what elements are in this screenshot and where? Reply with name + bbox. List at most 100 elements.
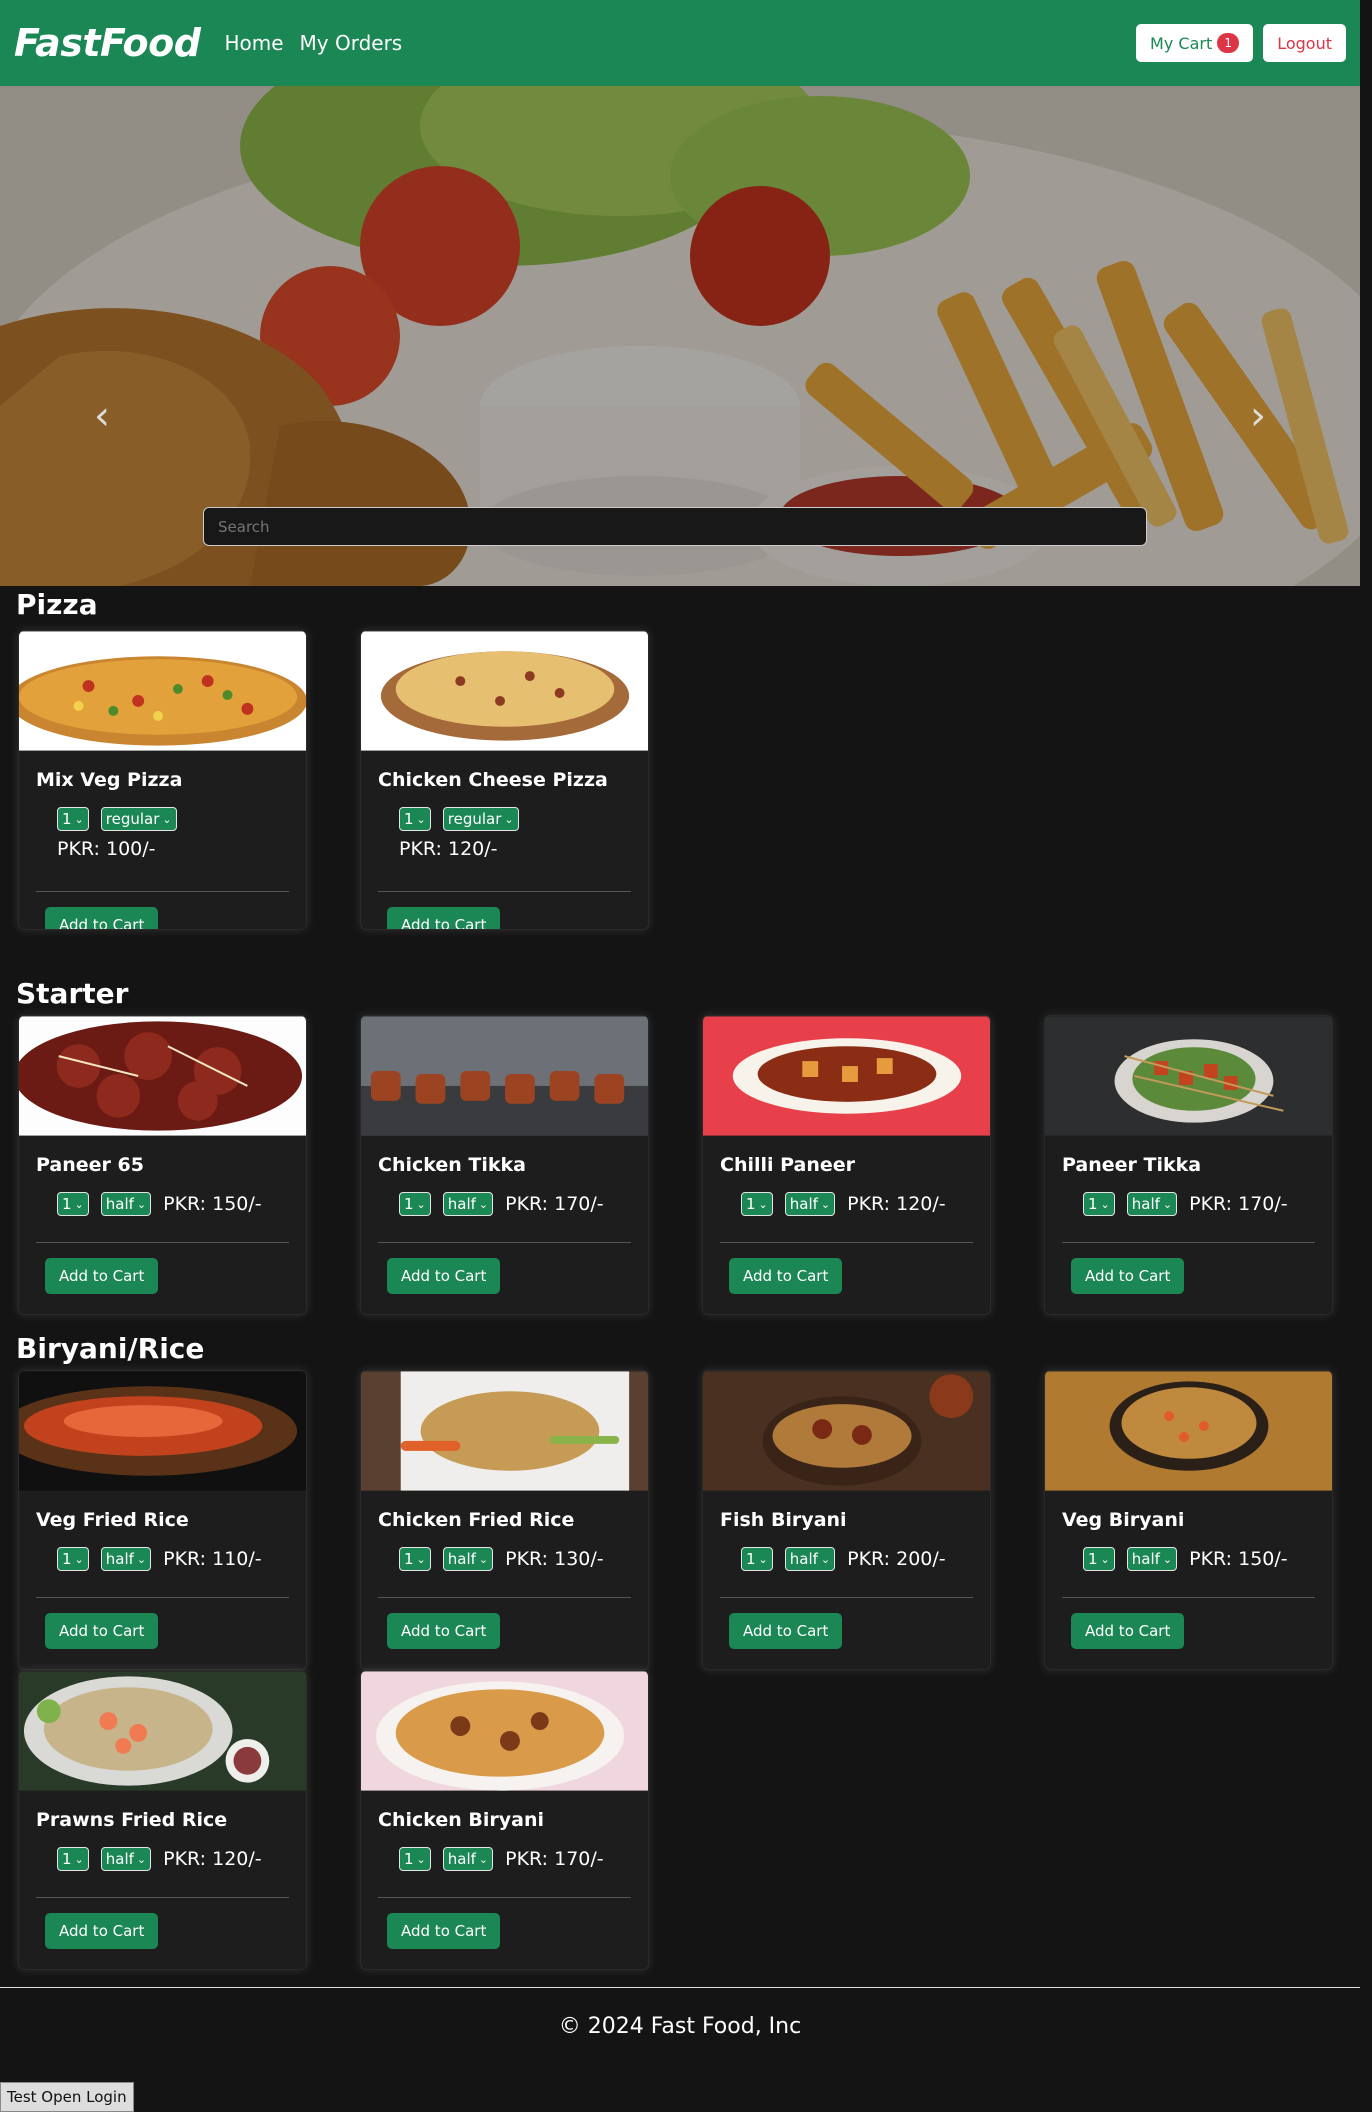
- quantity-value: 1: [62, 1550, 72, 1568]
- card-divider: [378, 1897, 631, 1898]
- chevron-down-icon: ⌄: [1100, 1197, 1110, 1211]
- food-photo: [19, 631, 306, 751]
- card-divider: [1062, 1597, 1315, 1598]
- add-to-cart-button[interactable]: Add to Cart: [1071, 1258, 1185, 1294]
- size-select[interactable]: half ⌄: [442, 1847, 494, 1871]
- quantity-value: 1: [62, 810, 72, 828]
- menu-item-card: Chicken Biryani 1 ⌄ half ⌄ PKR: 170/- Add …: [360, 1670, 649, 1970]
- size-select[interactable]: regular ⌄: [442, 807, 519, 831]
- food-photo: [19, 1016, 306, 1136]
- quantity-select[interactable]: 1 ⌄: [57, 807, 89, 831]
- size-select[interactable]: half ⌄: [442, 1192, 494, 1216]
- item-name: Paneer 65: [36, 1154, 144, 1176]
- add-to-cart-button[interactable]: Add to Cart: [45, 1258, 159, 1294]
- item-options: 1 ⌄ half ⌄ PKR: 120/-: [741, 1192, 973, 1216]
- item-name: Fish Biryani: [720, 1509, 847, 1531]
- chevron-down-icon: ⌄: [74, 812, 84, 826]
- brand-logo[interactable]: FastFood: [14, 21, 201, 65]
- size-value: half: [105, 1850, 134, 1868]
- item-price: PKR: 120/-: [163, 1848, 262, 1870]
- logout-button[interactable]: Logout: [1263, 24, 1346, 62]
- add-to-cart-button[interactable]: Add to Cart: [45, 907, 159, 929]
- size-value: regular: [447, 810, 502, 828]
- chevron-down-icon: ⌄: [504, 812, 514, 826]
- size-value: half: [105, 1550, 134, 1568]
- add-to-cart-button[interactable]: Add to Cart: [45, 1913, 159, 1949]
- menu-item-card: Veg Fried Rice 1 ⌄ half ⌄ PKR: 110/- Add t…: [18, 1370, 307, 1670]
- size-select[interactable]: half ⌄: [100, 1547, 152, 1571]
- chevron-down-icon: ⌄: [1162, 1197, 1173, 1211]
- chevron-down-icon: ⌄: [1100, 1552, 1110, 1566]
- add-to-cart-button[interactable]: Add to Cart: [729, 1613, 843, 1649]
- size-select[interactable]: half ⌄: [1126, 1192, 1178, 1216]
- item-name: Veg Fried Rice: [36, 1509, 189, 1531]
- item-name: Chicken Cheese Pizza: [378, 769, 608, 791]
- nav-link-home[interactable]: Home: [224, 31, 283, 55]
- copyright-text: © 2024 Fast Food, Inc: [558, 2014, 802, 2039]
- chevron-down-icon: ⌄: [820, 1552, 831, 1566]
- item-price: PKR: 100/-: [57, 838, 156, 860]
- size-select[interactable]: regular ⌄: [100, 807, 177, 831]
- size-select[interactable]: half ⌄: [100, 1192, 152, 1216]
- size-select[interactable]: half ⌄: [1126, 1547, 1178, 1571]
- quantity-select[interactable]: 1 ⌄: [741, 1547, 773, 1571]
- quantity-select[interactable]: 1 ⌄: [57, 1547, 89, 1571]
- add-to-cart-button[interactable]: Add to Cart: [729, 1258, 843, 1294]
- chevron-down-icon: ⌄: [74, 1552, 84, 1566]
- item-price: PKR: 170/-: [505, 1848, 604, 1870]
- quantity-select[interactable]: 1 ⌄: [399, 1847, 431, 1871]
- item-name: Chicken Tikka: [378, 1154, 526, 1176]
- size-value: half: [447, 1195, 476, 1213]
- card-divider: [36, 891, 289, 892]
- item-price: PKR: 120/-: [847, 1193, 946, 1215]
- nav-link-my-orders[interactable]: My Orders: [300, 31, 403, 55]
- menu-item-card: Chicken Fried Rice 1 ⌄ half ⌄ PKR: 130/- A…: [360, 1370, 649, 1670]
- search-input[interactable]: [203, 507, 1147, 546]
- add-to-cart-button[interactable]: Add to Cart: [1071, 1613, 1185, 1649]
- quantity-select[interactable]: 1 ⌄: [57, 1847, 89, 1871]
- item-price: PKR: 120/-: [399, 838, 498, 860]
- footer: © 2024 Fast Food, Inc: [0, 1987, 1360, 2039]
- quantity-select[interactable]: 1 ⌄: [1083, 1192, 1115, 1216]
- item-options: 1 ⌄ half ⌄ PKR: 130/-: [399, 1547, 631, 1571]
- add-to-cart-button[interactable]: Add to Cart: [387, 907, 501, 929]
- item-name: Chicken Fried Rice: [378, 1509, 575, 1531]
- food-photo: [1045, 1371, 1332, 1491]
- add-to-cart-button[interactable]: Add to Cart: [387, 1913, 501, 1949]
- quantity-value: 1: [62, 1195, 72, 1213]
- item-name: Chilli Paneer: [720, 1154, 856, 1176]
- menu-item-card: Mix Veg Pizza 1 ⌄ regular ⌄ PKR: 100/- Add…: [18, 630, 307, 930]
- quantity-select[interactable]: 1 ⌄: [399, 807, 431, 831]
- quantity-select[interactable]: 1 ⌄: [399, 1192, 431, 1216]
- item-name: Prawns Fried Rice: [36, 1809, 228, 1831]
- quantity-select[interactable]: 1 ⌄: [741, 1192, 773, 1216]
- carousel-next-icon[interactable]: ›: [1238, 396, 1278, 436]
- size-select[interactable]: half ⌄: [100, 1847, 152, 1871]
- card-divider: [1062, 1242, 1315, 1243]
- chevron-down-icon: ⌄: [416, 1852, 426, 1866]
- food-photo: [361, 1371, 648, 1491]
- chevron-down-icon: ⌄: [758, 1197, 768, 1211]
- item-options: 1 ⌄ half ⌄ PKR: 170/-: [399, 1192, 631, 1216]
- item-price: PKR: 150/-: [163, 1193, 262, 1215]
- size-select[interactable]: half ⌄: [784, 1547, 836, 1571]
- quantity-select[interactable]: 1 ⌄: [1083, 1547, 1115, 1571]
- add-to-cart-button[interactable]: Add to Cart: [387, 1258, 501, 1294]
- chevron-down-icon: ⌄: [136, 1552, 147, 1566]
- quantity-select[interactable]: 1 ⌄: [57, 1192, 89, 1216]
- item-name: Chicken Biryani: [378, 1809, 545, 1831]
- section-title: Biryani/Rice: [16, 1332, 205, 1365]
- carousel-prev-icon[interactable]: ‹: [82, 396, 122, 436]
- size-value: half: [447, 1550, 476, 1568]
- size-select[interactable]: half ⌄: [784, 1192, 836, 1216]
- add-to-cart-button[interactable]: Add to Cart: [45, 1613, 159, 1649]
- size-select[interactable]: half ⌄: [442, 1547, 494, 1571]
- test-open-login-button[interactable]: Test Open Login: [0, 2082, 134, 2112]
- add-to-cart-button[interactable]: Add to Cart: [387, 1613, 501, 1649]
- cart-count-badge: 1: [1217, 33, 1240, 53]
- my-cart-button[interactable]: My Cart 1: [1136, 24, 1254, 62]
- quantity-value: 1: [404, 1850, 414, 1868]
- quantity-select[interactable]: 1 ⌄: [399, 1547, 431, 1571]
- food-photo: [361, 631, 648, 751]
- navbar: FastFood Home My Orders My Cart 1 Logout: [0, 0, 1360, 86]
